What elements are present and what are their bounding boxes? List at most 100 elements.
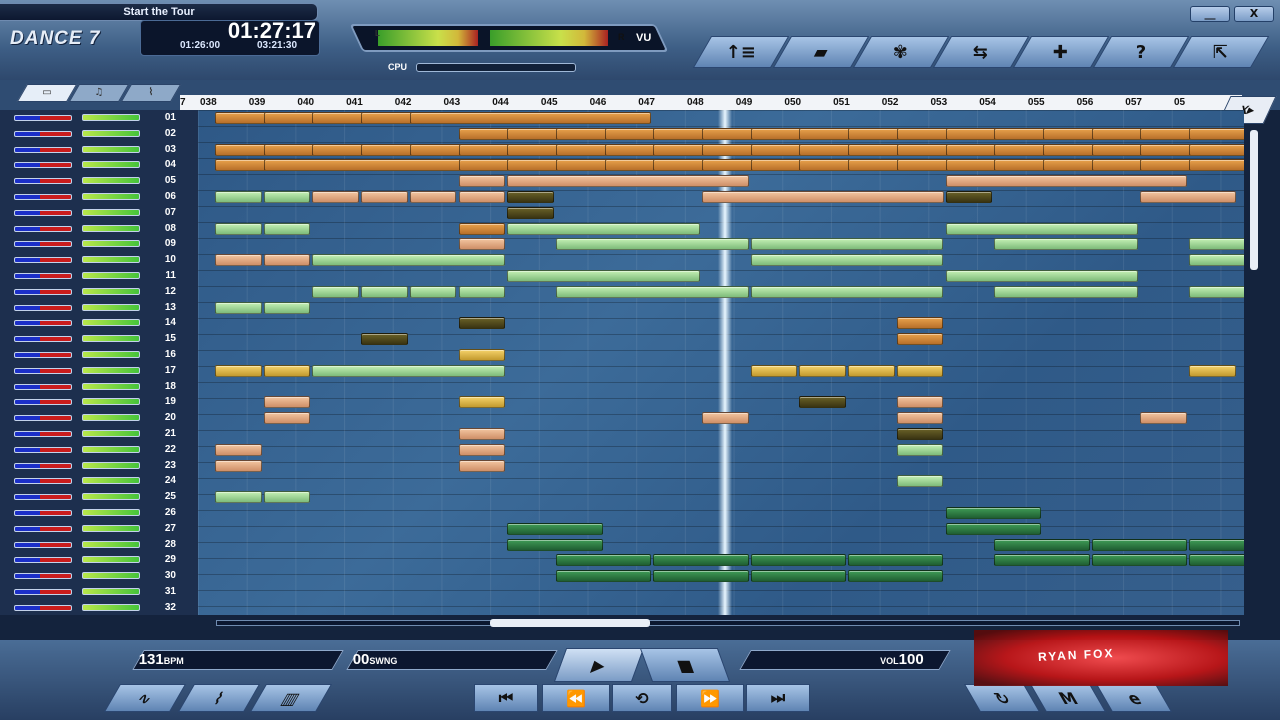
track-pan-slider[interactable]: [14, 288, 72, 295]
pattern-clip[interactable]: [263, 301, 311, 314]
track-row[interactable]: 09: [0, 236, 198, 252]
track-row[interactable]: 10: [0, 252, 198, 268]
track-pan-slider[interactable]: [14, 146, 72, 153]
mode-tab-2[interactable]: ♫: [68, 84, 130, 102]
track-volume-slider[interactable]: [82, 461, 140, 469]
pattern-clip[interactable]: [215, 364, 262, 377]
pattern-clip[interactable]: [896, 396, 944, 409]
track-pan-slider[interactable]: [14, 225, 72, 232]
pattern-clip[interactable]: [799, 364, 847, 377]
pattern-clip[interactable]: [215, 254, 262, 267]
track-row[interactable]: 18: [0, 379, 198, 395]
pattern-clip[interactable]: [555, 554, 652, 567]
pattern-clip[interactable]: [507, 538, 603, 551]
track-pan-slider[interactable]: [14, 352, 72, 358]
pattern-clip[interactable]: [263, 254, 311, 267]
track-row[interactable]: 01: [0, 110, 198, 126]
pattern-clip[interactable]: [896, 475, 944, 488]
pattern-clip[interactable]: [507, 270, 700, 282]
pattern-clip[interactable]: [653, 570, 749, 583]
track-pan-slider[interactable]: [14, 194, 72, 200]
track-row[interactable]: 27: [0, 521, 198, 537]
track-pan-slider[interactable]: [14, 241, 72, 248]
pattern-clip[interactable]: [263, 222, 311, 235]
arrangement-grid[interactable]: [198, 110, 1244, 615]
track-pan-slider[interactable]: [14, 510, 72, 516]
track-row[interactable]: 31: [0, 584, 198, 600]
track-volume-slider[interactable]: [82, 588, 140, 595]
pattern-clip[interactable]: [458, 285, 506, 298]
pattern-clip[interactable]: [994, 554, 1090, 567]
pattern-clip[interactable]: [702, 412, 749, 425]
pattern-clip[interactable]: [1189, 238, 1244, 251]
pattern-clip[interactable]: [799, 396, 847, 409]
track-pan-slider[interactable]: [14, 525, 72, 532]
track-row[interactable]: 30: [0, 568, 198, 584]
pattern-clip[interactable]: [215, 191, 262, 203]
rewind-button[interactable]: ⏪: [542, 684, 610, 712]
track-volume-slider[interactable]: [82, 272, 140, 279]
pattern-clip[interactable]: [945, 522, 1041, 535]
track-volume-slider[interactable]: [82, 603, 140, 611]
pattern-clip[interactable]: [312, 285, 360, 298]
pattern-clip[interactable]: [1189, 364, 1236, 377]
track-row[interactable]: 24: [0, 473, 198, 489]
volume-control[interactable]: VOL100: [739, 650, 951, 670]
pattern-clip[interactable]: [263, 191, 311, 203]
pattern-clip[interactable]: [994, 538, 1090, 551]
pattern-clip[interactable]: [409, 285, 457, 298]
bar-ruler[interactable]: 7 038 039 040 041 042 043 044 045 046 047 048 049 050…: [180, 95, 1242, 110]
pattern-clip[interactable]: [263, 396, 311, 409]
track-volume-slider[interactable]: [82, 208, 140, 216]
track-volume-slider[interactable]: [82, 509, 140, 516]
pattern-clip[interactable]: [1189, 143, 1244, 156]
track-pan-slider[interactable]: [14, 115, 72, 121]
prev-button[interactable]: ⏮: [474, 684, 538, 712]
track-volume-slider[interactable]: [82, 240, 140, 248]
pattern-clip[interactable]: [1189, 159, 1244, 172]
pattern-clip[interactable]: [848, 364, 895, 377]
pattern-clip[interactable]: [263, 491, 311, 504]
track-pan-slider[interactable]: [14, 478, 72, 485]
pattern-clip[interactable]: [555, 285, 749, 298]
track-pan-slider[interactable]: [14, 431, 72, 437]
track-pan-slider[interactable]: [14, 573, 72, 580]
pattern-clip[interactable]: [507, 175, 749, 188]
pattern-clip[interactable]: [215, 301, 262, 314]
pattern-clip[interactable]: [896, 412, 944, 425]
stop-button[interactable]: ■: [639, 648, 731, 682]
pattern-clip[interactable]: [702, 191, 944, 203]
track-row[interactable]: 13: [0, 300, 198, 316]
track-pan-slider[interactable]: [14, 415, 72, 422]
pattern-clip[interactable]: [361, 285, 408, 298]
resize-button[interactable]: ⇱: [1172, 36, 1270, 68]
vertical-scrollbar[interactable]: [1250, 130, 1258, 270]
pattern-clip[interactable]: [896, 317, 944, 330]
pattern-clip[interactable]: [750, 570, 847, 583]
track-row[interactable]: 25: [0, 489, 198, 505]
track-row[interactable]: 15: [0, 331, 198, 347]
pattern-clip[interactable]: [507, 222, 700, 235]
pattern-clip[interactable]: [458, 222, 506, 235]
pattern-clip[interactable]: [1189, 254, 1244, 267]
pattern-clip[interactable]: [896, 428, 944, 440]
track-pan-slider[interactable]: [14, 130, 72, 137]
track-pan-slider[interactable]: [14, 589, 72, 595]
pattern-clip[interactable]: [263, 364, 311, 377]
pattern-clip[interactable]: [653, 554, 749, 567]
pattern-clip[interactable]: [507, 522, 603, 535]
track-pan-slider[interactable]: [14, 273, 72, 279]
pattern-clip[interactable]: [555, 238, 749, 251]
pattern-clip[interactable]: [312, 364, 506, 377]
pattern-clip[interactable]: [1091, 538, 1187, 551]
pattern-clip[interactable]: [458, 191, 506, 203]
track-pan-slider[interactable]: [14, 446, 72, 453]
swing-control[interactable]: 00SWNG: [346, 650, 558, 670]
track-volume-slider[interactable]: [82, 398, 140, 406]
pattern-clip[interactable]: [945, 222, 1139, 235]
track-volume-slider[interactable]: [82, 366, 140, 374]
pattern-clip[interactable]: [458, 317, 506, 330]
pattern-clip[interactable]: [507, 206, 554, 219]
track-row[interactable]: 26: [0, 505, 198, 521]
pattern-clip[interactable]: [458, 443, 506, 456]
